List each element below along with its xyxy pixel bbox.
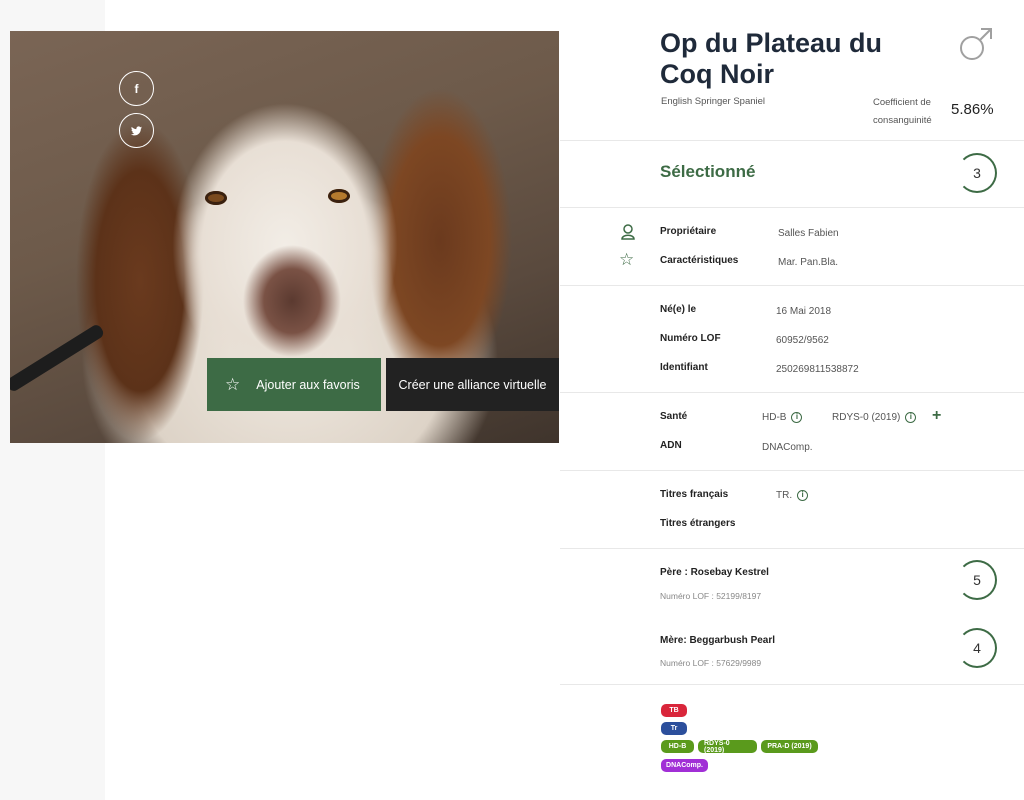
badge-tb: TB: [661, 704, 687, 717]
twitter-icon: [131, 125, 142, 135]
health-rdys-value: RDYS-0 (2019) i: [832, 412, 917, 424]
selection-level-value: 3: [973, 165, 981, 181]
mother-level-value: 4: [973, 640, 981, 656]
mother-level-ring: 4: [957, 628, 997, 668]
french-titles-value: TR. i: [776, 490, 809, 502]
badge-hd: HD-B: [661, 740, 694, 753]
badge-tr: Tr: [661, 722, 687, 735]
inbreeding-coefficient-value: 5.86%: [951, 101, 994, 118]
dna-value: DNAComp.: [762, 442, 813, 453]
health-hd-value: HD-B i: [762, 412, 803, 424]
star-outline-icon: ☆: [619, 250, 635, 269]
inbreeding-coefficient-label: Coefficient de consanguinité: [873, 97, 932, 126]
info-icon[interactable]: i: [905, 412, 917, 423]
father-level-value: 5: [973, 572, 981, 588]
dna-label: ADN: [660, 440, 682, 451]
header-section: Op du Plateau du Coq Noir English Spring…: [560, 0, 1024, 141]
selection-section: Sélectionné 3: [560, 141, 1024, 208]
male-icon: [960, 28, 992, 60]
foreign-titles-label: Titres étrangers: [660, 518, 736, 529]
lof-value: 60952/9562: [776, 335, 829, 346]
identity-section: Né(e) le 16 Mai 2018 Numéro LOF 60952/95…: [560, 286, 1024, 393]
badge-pra: PRA-D (2019): [761, 740, 818, 753]
dog-eye-right: [328, 189, 350, 203]
health-hd-text: HD-B: [762, 412, 787, 424]
health-label: Santé: [660, 411, 688, 422]
info-icon[interactable]: i: [791, 412, 803, 423]
dog-eye-left: [205, 191, 227, 205]
breed: English Springer Spaniel: [661, 96, 766, 107]
traits-label: Caractéristiques: [660, 255, 739, 266]
mother-name[interactable]: Mère: Beggarbush Pearl: [660, 635, 775, 646]
titles-section: Titres français TR. i Titres étrangers: [560, 471, 1024, 549]
identifier-value: 250269811538872: [776, 364, 859, 375]
health-section: Santé HD-B i RDYS-0 (2019) i + ADN DNAComp…: [560, 393, 1024, 471]
father-name[interactable]: Père : Rosebay Kestrel: [660, 567, 769, 578]
selection-level-ring: 3: [957, 153, 997, 193]
create-virtual-alliance-button[interactable]: Créer une alliance virtuelle: [386, 358, 559, 411]
selection-status: Sélectionné: [660, 162, 756, 181]
dog-details-panel: Op du Plateau du Coq Noir English Spring…: [560, 0, 1024, 800]
health-rdys-text: RDYS-0 (2019): [832, 412, 901, 424]
owner-value[interactable]: Salles Fabien: [778, 228, 839, 239]
plus-icon[interactable]: +: [932, 407, 941, 425]
info-icon[interactable]: i: [797, 490, 809, 501]
star-icon: ☆: [225, 374, 241, 394]
badge-dna: DNAComp.: [661, 759, 708, 772]
father-lof: Numéro LOF : 52199/8197: [660, 591, 762, 601]
facebook-icon: f: [134, 81, 139, 96]
father-level-ring: 5: [957, 560, 997, 600]
badge-rdys: RDYS-0 (2019): [698, 740, 757, 754]
add-to-favorites-label: Ajouter aux favoris: [256, 377, 360, 392]
add-to-favorites-button[interactable]: ☆ Ajouter aux favoris: [207, 358, 381, 411]
french-titles-label: Titres français: [660, 489, 729, 500]
parents-section: Père : Rosebay Kestrel Numéro LOF : 5219…: [560, 549, 1024, 685]
owner-label: Propriétaire: [660, 226, 717, 237]
born-value: 16 Mai 2018: [776, 306, 832, 317]
traits-value: Mar. Pan.Bla.: [778, 257, 839, 268]
twitter-share-button[interactable]: [119, 113, 154, 148]
french-titles-text: TR.: [776, 490, 793, 502]
create-virtual-alliance-label: Créer une alliance virtuelle: [398, 377, 547, 392]
born-label: Né(e) le: [660, 304, 697, 315]
owner-section: Propriétaire Salles Fabien ☆ Caractérist…: [560, 208, 1024, 286]
leash: [10, 322, 106, 394]
user-icon: [621, 224, 635, 240]
mother-lof: Numéro LOF : 57629/9989: [660, 658, 762, 668]
lof-label: Numéro LOF: [660, 333, 721, 344]
identifier-label: Identifiant: [660, 362, 708, 373]
facebook-share-button[interactable]: f: [119, 71, 154, 106]
dog-name: Op du Plateau du Coq Noir: [660, 28, 883, 89]
